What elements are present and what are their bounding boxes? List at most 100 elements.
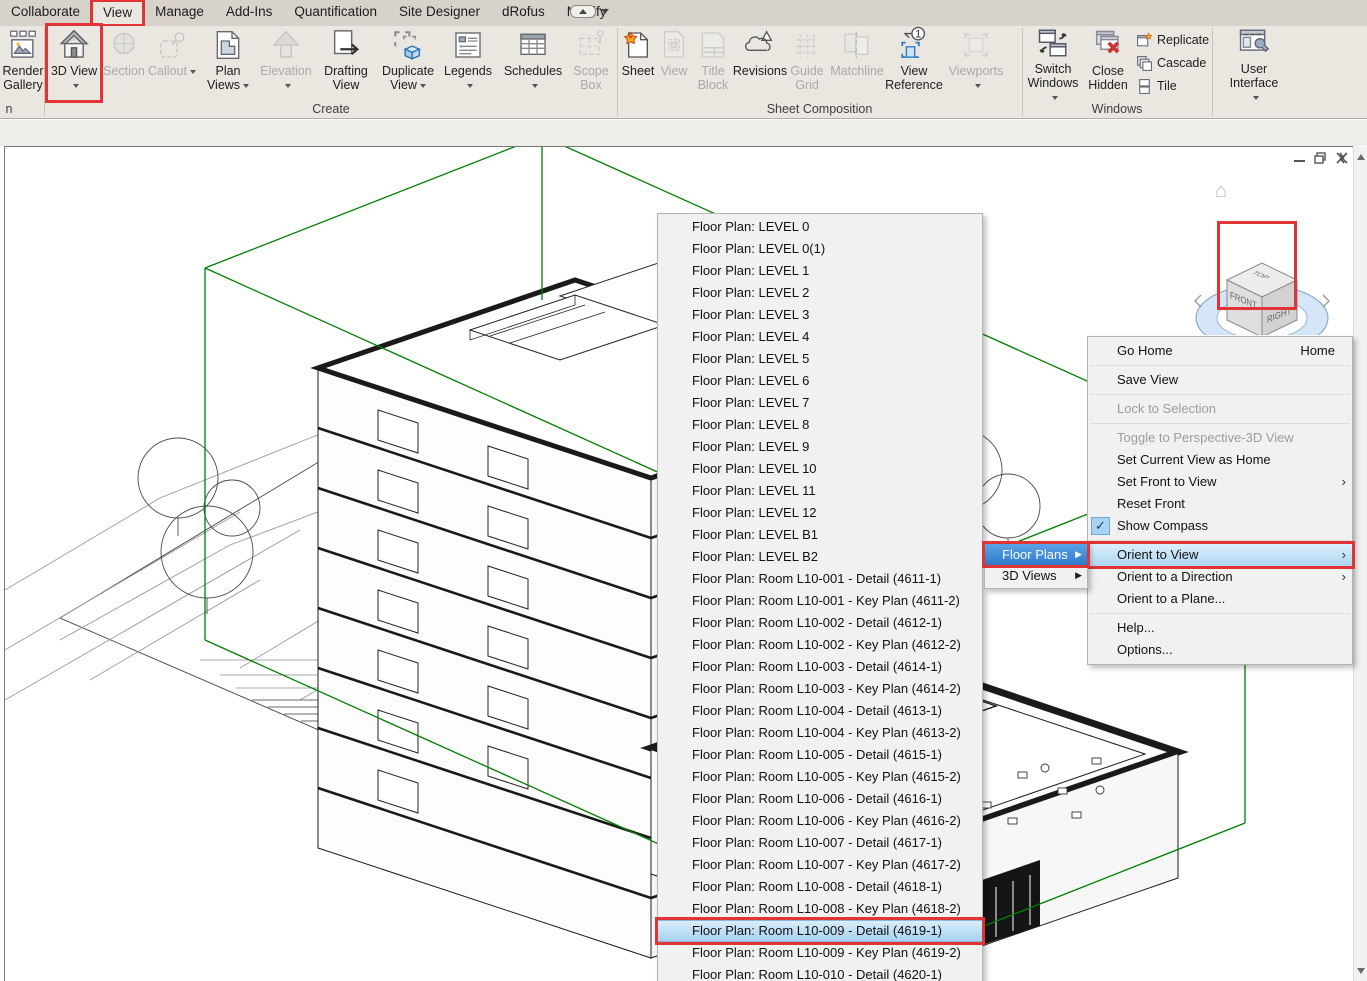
- view-reference-button[interactable]: 1 View Reference: [885, 26, 943, 100]
- plan-views-button[interactable]: Plan Views: [200, 26, 256, 100]
- context-menu-item[interactable]: Set Current View as Home: [1088, 449, 1352, 471]
- 3d-view-button[interactable]: 3D View: [48, 26, 100, 100]
- context-menu-item[interactable]: Orient to a Direction ›: [1088, 566, 1352, 588]
- context-menu-item[interactable]: ✓ Show Compass: [1088, 515, 1352, 537]
- viewcube[interactable]: ⌂ S E TOP FRONT RIGHT: [1185, 175, 1353, 335]
- cascade-button[interactable]: Cascade: [1136, 53, 1210, 73]
- minimize-icon[interactable]: [1293, 152, 1306, 164]
- floor-plan-menu-item[interactable]: Floor Plan: LEVEL 0: [658, 216, 982, 238]
- vertical-scrollbar[interactable]: [1353, 147, 1367, 981]
- floor-plan-menu-item[interactable]: Floor Plan: LEVEL 9: [658, 436, 982, 458]
- context-menu-item[interactable]: Go Home Home: [1088, 340, 1352, 362]
- switch-windows-button[interactable]: Switch Windows: [1025, 26, 1081, 100]
- floor-plan-menu-item[interactable]: Floor Plan: Room L10-004 - Key Plan (461…: [658, 722, 982, 744]
- context-menu-item[interactable]: [1088, 610, 1352, 617]
- close-hidden-button[interactable]: Close Hidden: [1083, 26, 1133, 100]
- floor-plan-menu-item[interactable]: Floor Plan: LEVEL 0(1): [658, 238, 982, 260]
- floor-plan-menu-item[interactable]: Floor Plan: LEVEL 1: [658, 260, 982, 282]
- floor-plan-menu-item[interactable]: Floor Plan: Room L10-006 - Key Plan (461…: [658, 810, 982, 832]
- ribbon-tab[interactable]: Quantification: [283, 0, 388, 26]
- context-menu-item[interactable]: Reset Front: [1088, 493, 1352, 515]
- floor-plan-menu-item[interactable]: Floor Plan: Room L10-010 - Detail (4620-…: [658, 964, 982, 981]
- floor-plan-menu-item[interactable]: Floor Plan: Room L10-004 - Detail (4613-…: [658, 700, 982, 722]
- floor-plan-menu-item[interactable]: Floor Plan: Room L10-005 - Key Plan (461…: [658, 766, 982, 788]
- close-hidden-icon: [1091, 26, 1125, 62]
- cascade-label: Cascade: [1157, 56, 1206, 70]
- restore-icon[interactable]: [1314, 152, 1327, 164]
- ribbon-tab[interactable]: Site Designer: [388, 0, 491, 26]
- callout-icon: [157, 26, 187, 62]
- context-menu-item[interactable]: [1088, 362, 1352, 369]
- drafting-view-button[interactable]: Drafting View: [316, 26, 376, 100]
- scroll-down-icon[interactable]: [1357, 968, 1365, 977]
- floor-plan-menu-item[interactable]: Floor Plan: LEVEL 2: [658, 282, 982, 304]
- context-menu-item[interactable]: Save View: [1088, 369, 1352, 391]
- floor-plan-menu-item[interactable]: Floor Plan: Room L10-002 - Key Plan (461…: [658, 634, 982, 656]
- drafting-view-icon: [329, 26, 363, 62]
- floor-plan-menu-item[interactable]: Floor Plan: Room L10-009 - Key Plan (461…: [658, 942, 982, 964]
- floor-plan-menu-item[interactable]: Floor Plan: LEVEL 8: [658, 414, 982, 436]
- floor-plan-menu-item[interactable]: Floor Plan: Room L10-001 - Detail (4611-…: [658, 568, 982, 590]
- ribbon-collapse-icon[interactable]: [570, 5, 596, 18]
- orient-to-view-submenu: Floor Plans ▶ 3D Views ▶: [984, 541, 1088, 589]
- context-menu-item[interactable]: Orient to View ›: [1088, 544, 1352, 566]
- floor-plan-menu-item[interactable]: Floor Plan: Room L10-006 - Detail (4616-…: [658, 788, 982, 810]
- title-block-label: Title Block: [691, 64, 735, 92]
- floor-plan-menu-item[interactable]: Floor Plan: Room L10-007 - Detail (4617-…: [658, 832, 982, 854]
- floor-plan-menu-item[interactable]: Floor Plan: LEVEL B1: [658, 524, 982, 546]
- floor-plan-menu-item[interactable]: Floor Plan: LEVEL 12: [658, 502, 982, 524]
- floor-plan-menu-item[interactable]: Floor Plan: Room L10-008 - Key Plan (461…: [658, 898, 982, 920]
- ribbon-collapse-dropdown-icon[interactable]: [601, 9, 609, 14]
- render-gallery-icon: [8, 26, 38, 62]
- duplicate-view-button[interactable]: Duplicate View: [378, 26, 438, 100]
- floor-plan-menu-item[interactable]: Floor Plan: LEVEL 5: [658, 348, 982, 370]
- floor-plan-menu-item[interactable]: Floor Plan: Room L10-003 - Key Plan (461…: [658, 678, 982, 700]
- ribbon-tab[interactable]: dRofus: [491, 0, 556, 26]
- title-block-button: Title Block: [691, 26, 735, 100]
- schedules-button[interactable]: Schedules: [500, 26, 566, 100]
- context-menu-item[interactable]: [1088, 391, 1352, 398]
- user-interface-button[interactable]: User Interface: [1226, 26, 1282, 100]
- revisions-button[interactable]: Revisions: [737, 26, 783, 100]
- floor-plan-menu-item[interactable]: Floor Plan: Room L10-009 - Detail (4619-…: [658, 920, 982, 942]
- legends-button[interactable]: Legends: [440, 26, 496, 100]
- render-gallery-button[interactable]: Render Gallery: [1, 26, 45, 100]
- floor-plan-menu-item[interactable]: Floor Plan: Room L10-001 - Key Plan (461…: [658, 590, 982, 612]
- floor-plan-menu-item[interactable]: Floor Plan: Room L10-007 - Key Plan (461…: [658, 854, 982, 876]
- tile-button[interactable]: Tile: [1136, 76, 1210, 96]
- context-menu-item[interactable]: Orient to a Plane...: [1088, 588, 1352, 610]
- submenu-arrow-icon: ›: [1342, 471, 1346, 493]
- replicate-button[interactable]: Replicate: [1136, 30, 1210, 50]
- floor-plan-menu-item[interactable]: Floor Plan: LEVEL 3: [658, 304, 982, 326]
- context-menu-item[interactable]: Set Front to View ›: [1088, 471, 1352, 493]
- orient-submenu-item[interactable]: 3D Views ▶: [985, 565, 1087, 586]
- close-icon[interactable]: [1335, 152, 1349, 164]
- floor-plan-menu-item[interactable]: Floor Plan: LEVEL 7: [658, 392, 982, 414]
- viewcube-home-icon[interactable]: ⌂: [1215, 180, 1227, 202]
- scope-box-icon: [575, 26, 607, 62]
- ribbon-tab[interactable]: Collaborate: [0, 0, 91, 26]
- floor-plan-menu-item[interactable]: Floor Plan: Room L10-002 - Detail (4612-…: [658, 612, 982, 634]
- floor-plan-menu-item[interactable]: Floor Plan: LEVEL 6: [658, 370, 982, 392]
- floor-plan-menu-item[interactable]: Floor Plan: Room L10-003 - Detail (4614-…: [658, 656, 982, 678]
- sheet-button[interactable]: Sheet: [620, 26, 656, 100]
- ribbon-collapse-control[interactable]: [570, 5, 609, 18]
- checkmark-icon: ✓: [1091, 517, 1110, 535]
- ribbon-tab[interactable]: View: [91, 0, 144, 26]
- floor-plan-menu-item[interactable]: Floor Plan: LEVEL 11: [658, 480, 982, 502]
- floor-plan-menu-item[interactable]: Floor Plan: Room L10-008 - Detail (4618-…: [658, 876, 982, 898]
- orient-submenu-item[interactable]: Floor Plans ▶: [985, 544, 1087, 565]
- floor-plan-menu-item[interactable]: Floor Plan: LEVEL B2: [658, 546, 982, 568]
- view-reference-label: View Reference: [885, 64, 943, 92]
- ribbon-tab[interactable]: Add-Ins: [215, 0, 284, 26]
- context-menu-item[interactable]: Options...: [1088, 639, 1352, 661]
- viewcube-cube[interactable]: TOP FRONT RIGHT: [1227, 263, 1297, 335]
- floor-plan-menu-item[interactable]: Floor Plan: LEVEL 4: [658, 326, 982, 348]
- ribbon-tab[interactable]: Manage: [144, 0, 215, 26]
- floor-plan-menu-item[interactable]: Floor Plan: LEVEL 10: [658, 458, 982, 480]
- context-menu-item[interactable]: Help...: [1088, 617, 1352, 639]
- context-menu-item[interactable]: [1088, 537, 1352, 544]
- floor-plan-menu-item[interactable]: Floor Plan: Room L10-005 - Detail (4615-…: [658, 744, 982, 766]
- context-menu-item[interactable]: [1088, 420, 1352, 427]
- scroll-up-icon[interactable]: [1357, 151, 1365, 160]
